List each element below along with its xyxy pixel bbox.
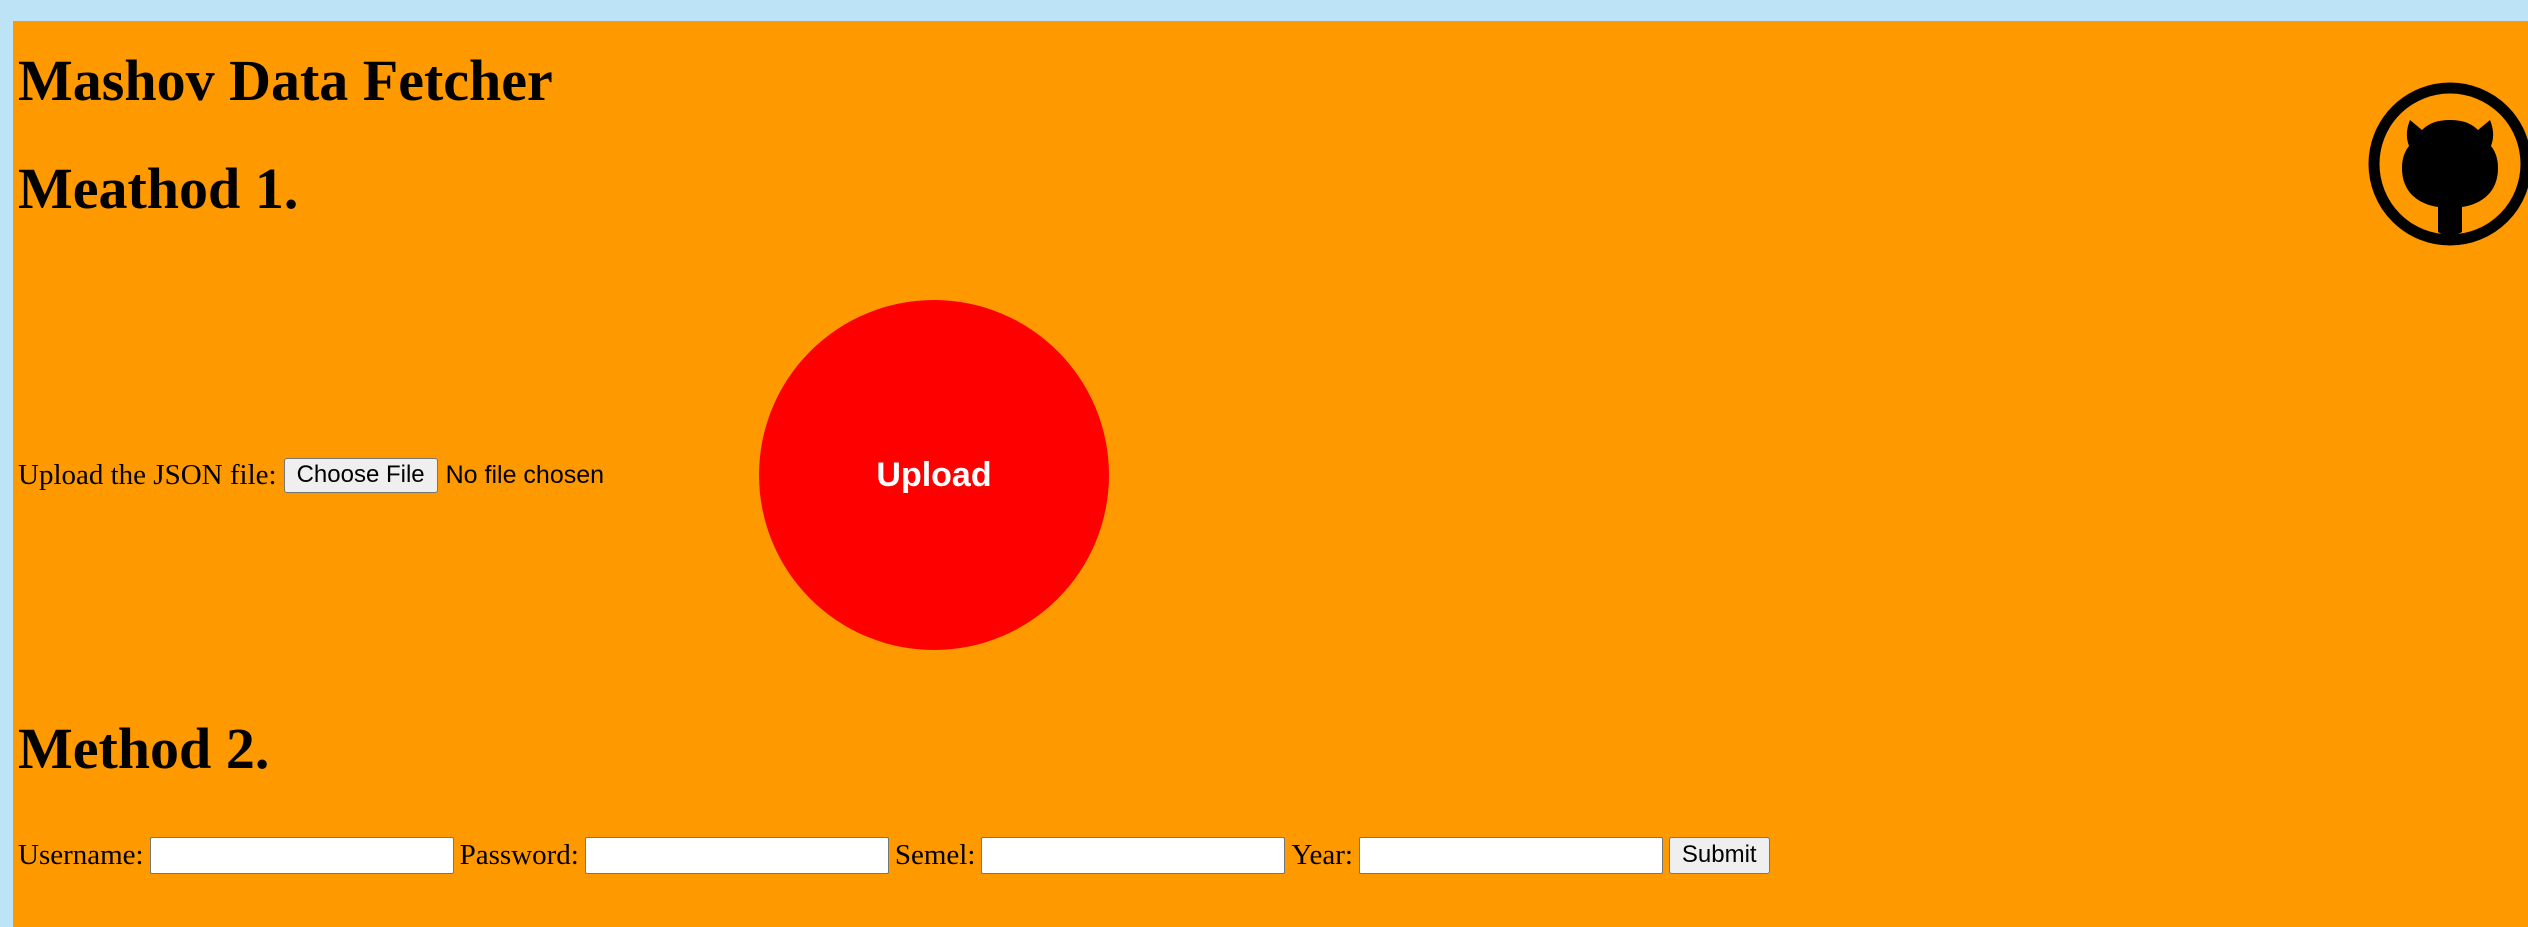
page-title: Mashov Data Fetcher	[18, 48, 553, 113]
github-icon[interactable]	[2366, 80, 2528, 248]
username-label: Username:	[18, 838, 144, 871]
file-status: No file chosen	[445, 460, 605, 489]
method2-heading: Method 2.	[18, 716, 270, 781]
upload-label: Upload the JSON file:	[18, 458, 277, 491]
year-label: Year:	[1291, 838, 1353, 871]
submit-button[interactable]: Submit	[1668, 836, 1770, 874]
upload-button[interactable]: Upload	[759, 300, 1109, 650]
upload-button-label: Upload	[876, 455, 992, 494]
semel-label: Semel:	[894, 838, 976, 871]
semel-input[interactable]	[981, 836, 1286, 874]
method1-heading: Meathod 1.	[18, 156, 299, 221]
password-input[interactable]	[584, 836, 889, 874]
upload-row: Upload the JSON file: Choose File No fil…	[18, 455, 604, 495]
password-label: Password:	[459, 838, 579, 871]
username-input[interactable]	[149, 836, 454, 874]
choose-file-button[interactable]: Choose File	[283, 457, 438, 493]
github-logo-svg	[2368, 82, 2528, 246]
login-form: Username: Password: Semel: Year: Submit	[18, 835, 1770, 875]
year-input[interactable]	[1358, 836, 1663, 874]
